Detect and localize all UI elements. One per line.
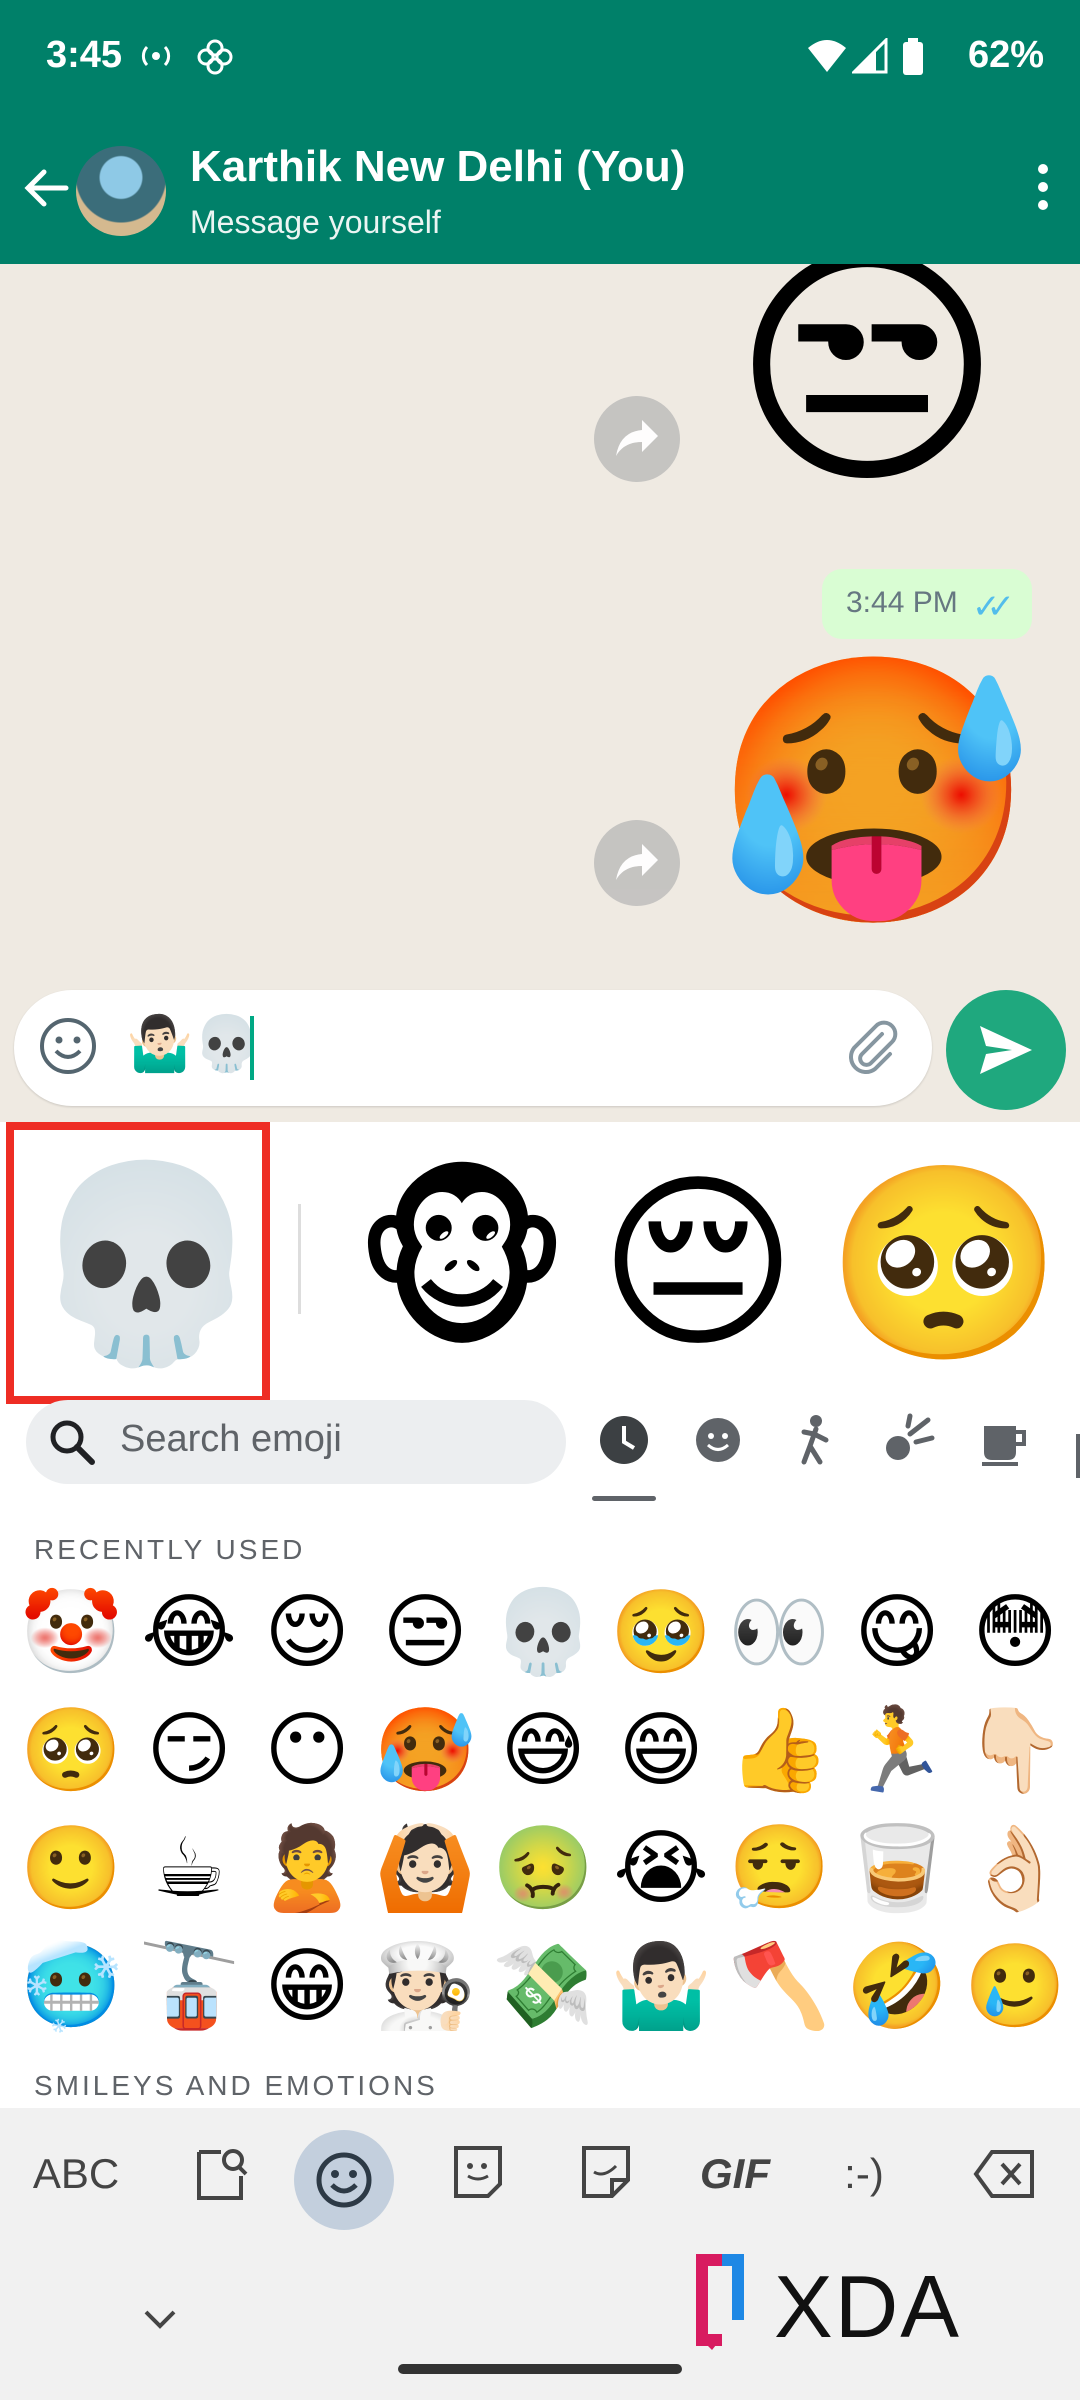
pinwheel-icon (196, 38, 234, 85)
avatar[interactable] (76, 146, 166, 236)
emoji-search-bar[interactable]: Search emoji (26, 1400, 566, 1484)
hotspot-icon (138, 38, 174, 83)
emoji-key[interactable]: 🧑🏻‍🍳 (366, 1928, 484, 2046)
sticker-suggestion[interactable]: 🥺 (826, 1154, 1063, 1374)
sticker-icon[interactable] (576, 2134, 636, 2214)
sticker-suggestions: 💀 🐵 😔 🥺 (0, 1122, 1080, 1412)
emoji-toggle-icon[interactable] (38, 1016, 98, 1076)
emoji-key[interactable]: 😁 (248, 1928, 366, 2046)
sticker-suggestion[interactable]: 😔 (588, 1154, 808, 1374)
emoji-key[interactable]: 🥲 (956, 1928, 1074, 2046)
food-category-icon[interactable] (972, 1412, 1036, 1476)
search-icon (46, 1416, 98, 1468)
smileys-category-icon[interactable] (686, 1412, 750, 1476)
xda-logo: XDA (692, 2254, 1032, 2356)
active-category-indicator (592, 1496, 656, 1501)
emoji-key[interactable]: 🪓 (720, 1928, 838, 2046)
emoji-key[interactable]: 😋 (838, 1574, 956, 1692)
message-input[interactable]: 🤷🏻‍♂️💀 (126, 1012, 260, 1076)
emoji-key[interactable]: 👍 (720, 1692, 838, 1810)
people-category-icon[interactable] (782, 1412, 846, 1476)
contact-name[interactable]: Karthik New Delhi (You) (190, 142, 685, 192)
sticker-message[interactable]: 🥵 (712, 662, 1036, 922)
emoji-key[interactable]: 💸 (484, 1928, 602, 2046)
emoji-key[interactable]: 🥵 (366, 1692, 484, 1810)
emoji-key[interactable]: 🥺 (12, 1692, 130, 1810)
battery-icon (902, 38, 924, 85)
keyboard-toolbar: ABC GIF :-) (0, 2108, 1080, 2242)
gif-key[interactable]: GIF (690, 2134, 780, 2214)
chat-header: Karthik New Delhi (You) Message yourself (0, 118, 1080, 264)
highlight-box (6, 1122, 270, 1404)
emoji-key[interactable]: ☕ (130, 1810, 248, 1928)
emoji-key[interactable]: 🙆🏻 (366, 1810, 484, 1928)
text-cursor (250, 1016, 254, 1080)
send-button[interactable] (946, 990, 1066, 1110)
emoji-key[interactable]: 💀 (484, 1574, 602, 1692)
sticker-message[interactable]: 😒 (712, 264, 1022, 500)
emoji-kitchen-icon[interactable] (448, 2134, 508, 2214)
emoticon-key[interactable]: :-) (824, 2134, 904, 2214)
emoji-key[interactable]: 😳 (956, 1574, 1074, 1692)
activities-category-icon[interactable] (876, 1412, 940, 1476)
emoji-key[interactable]: 😂 (130, 1574, 248, 1692)
forward-button[interactable] (594, 820, 680, 906)
emoji-key[interactable]: 🙎 (248, 1810, 366, 1928)
contact-subtitle[interactable]: Message yourself (190, 204, 441, 241)
gesture-handle[interactable] (398, 2364, 682, 2374)
status-bar: 3:45 62% (0, 0, 1080, 118)
signal-icon (850, 36, 888, 83)
emoji-key[interactable]: 😄 (602, 1692, 720, 1810)
emoji-key[interactable]: 😏 (130, 1692, 248, 1810)
emoji-key[interactable]: 👀 (720, 1574, 838, 1692)
emoji-tab-button[interactable] (294, 2130, 394, 2230)
emoji-key[interactable]: 🥶 (12, 1928, 130, 2046)
emoji-key[interactable]: 🏃 (838, 1692, 956, 1810)
abc-key[interactable]: ABC (26, 2134, 126, 2214)
emoji-key[interactable]: 😅 (484, 1692, 602, 1810)
forward-button[interactable] (594, 396, 680, 482)
emoji-key[interactable]: 😶 (248, 1692, 366, 1810)
more-categories-edge (1076, 1434, 1080, 1478)
backspace-icon[interactable] (970, 2134, 1040, 2214)
emoji-key[interactable]: 👌🏻 (956, 1810, 1074, 1928)
status-time: 3:45 (46, 34, 123, 76)
wifi-icon (806, 38, 848, 83)
emoji-key[interactable]: 🥃 (838, 1810, 956, 1928)
emoji-key[interactable]: 🤢 (484, 1810, 602, 1928)
recent-category-icon[interactable] (592, 1412, 656, 1476)
emoji-key[interactable]: 🙂 (12, 1810, 130, 1928)
divider (298, 1204, 301, 1314)
sticker-suggestion[interactable]: 🐵 (352, 1154, 572, 1374)
emoji-key[interactable]: 😌 (248, 1574, 366, 1692)
clipboard-search-icon[interactable] (182, 2134, 262, 2214)
emoji-key[interactable]: 🤷🏻‍♂️ (602, 1928, 720, 2046)
message-composer[interactable]: 🤷🏻‍♂️💀 (14, 990, 932, 1106)
section-header-recent: RECENTLY USED (34, 1534, 306, 1565)
emoji-key[interactable]: 🤣 (838, 1928, 956, 2046)
overflow-menu-icon[interactable] (1036, 164, 1050, 216)
chevron-down-icon[interactable] (140, 2304, 180, 2334)
xda-wordmark: XDA (774, 2257, 961, 2356)
emoji-key[interactable]: 😮‍💨 (720, 1810, 838, 1928)
emoji-key[interactable]: 😭 (602, 1810, 720, 1928)
section-header-smileys: SMILEYS AND EMOTIONS (34, 2070, 438, 2101)
time-bubble: 3:44 PM ✓✓ (822, 569, 1032, 639)
emoji-key[interactable]: 🚡 (130, 1928, 248, 2046)
emoji-key[interactable]: 😒 (366, 1574, 484, 1692)
battery-percent: 62% (967, 34, 1044, 76)
message-time: 3:44 PM (846, 586, 958, 619)
attach-icon[interactable] (842, 1016, 902, 1076)
emoji-key[interactable]: 🤡 (12, 1574, 130, 1692)
emoji-key[interactable]: 🥹 (602, 1574, 720, 1692)
read-receipt-icon: ✓✓ (972, 587, 1015, 627)
emoji-key[interactable]: 👇🏻 (956, 1692, 1074, 1810)
search-placeholder: Search emoji (120, 1418, 342, 1460)
back-arrow-icon[interactable] (18, 160, 74, 216)
